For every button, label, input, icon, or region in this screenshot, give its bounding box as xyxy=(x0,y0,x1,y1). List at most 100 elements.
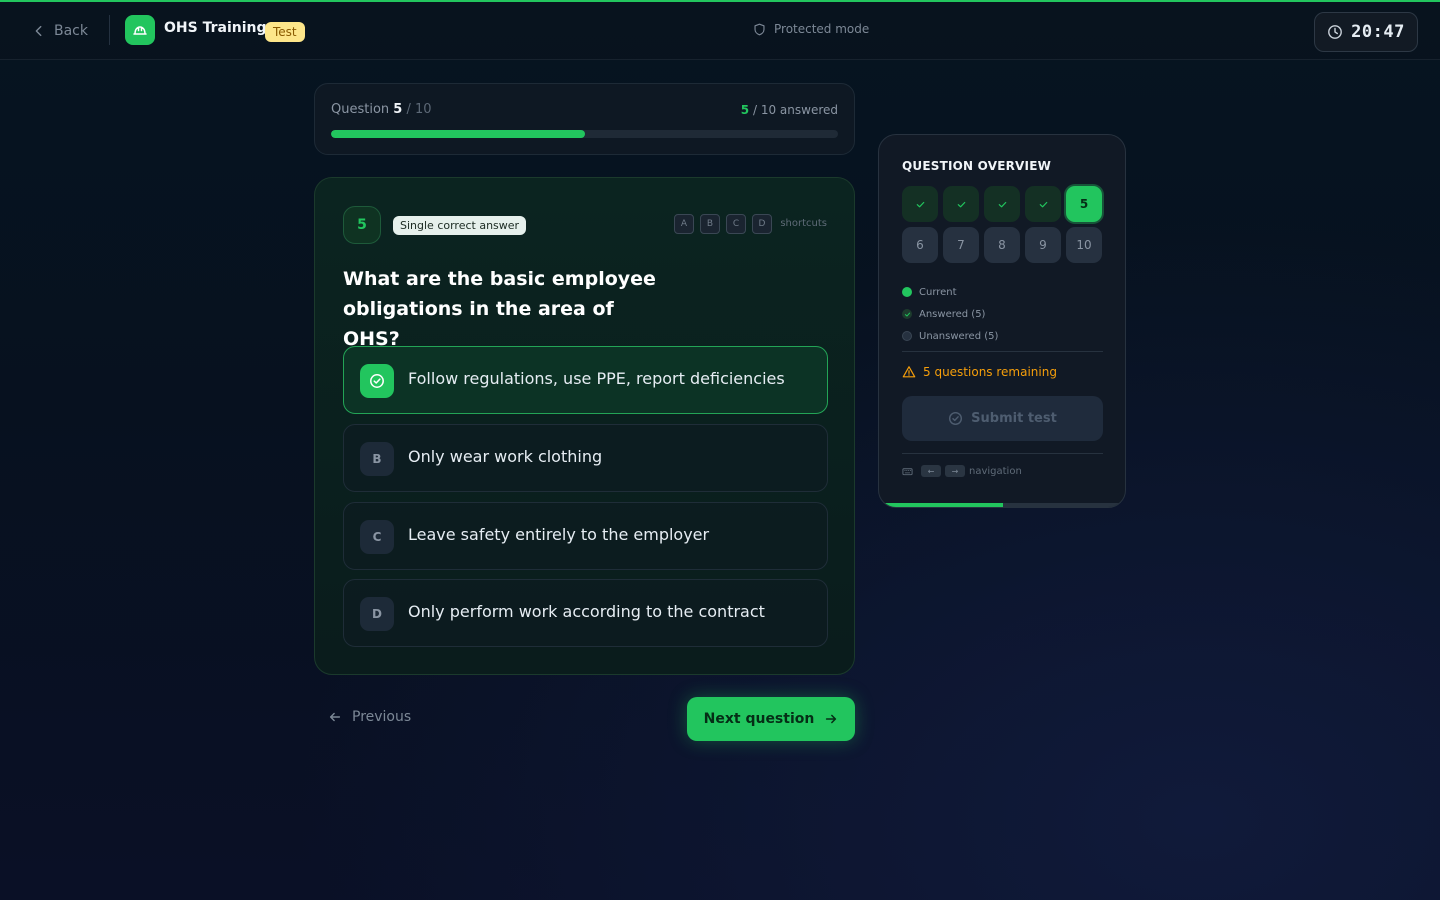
option-a-text: Follow regulations, use PPE, report defi… xyxy=(408,369,785,388)
answered-suffix: / 10 answered xyxy=(749,103,838,117)
option-b-key: B xyxy=(360,442,394,476)
question-cell-8[interactable]: 8 xyxy=(984,227,1020,263)
question-cell-6[interactable]: 6 xyxy=(902,227,938,263)
shield-icon xyxy=(754,23,765,35)
check-circle-icon xyxy=(949,411,963,426)
submit-test-button[interactable]: Submit test xyxy=(902,396,1103,441)
next-question-button[interactable]: Next question xyxy=(687,697,855,741)
unanswered-dot-icon xyxy=(902,331,912,341)
legend-unanswered: Unanswered (5) xyxy=(902,325,998,347)
mode-badge: Test xyxy=(265,22,305,42)
previous-label: Previous xyxy=(352,709,412,725)
option-a-marker xyxy=(360,364,394,398)
arrow-right-icon xyxy=(826,714,837,724)
answered-counter: 5 / 10 answered xyxy=(741,103,838,117)
question-type-badge: Single correct answer xyxy=(393,216,527,235)
option-c-key: C xyxy=(360,520,394,554)
protected-mode-indicator: Protected mode xyxy=(753,22,869,36)
next-label: Next question xyxy=(703,711,815,727)
option-d-key: D xyxy=(360,597,394,631)
overview-divider-2 xyxy=(902,453,1103,454)
question-word: Question xyxy=(331,102,390,117)
check-icon xyxy=(998,201,1006,207)
question-cell-5[interactable]: 5 xyxy=(1066,186,1102,222)
question-counter: Question 5 / 10 xyxy=(331,102,432,117)
progress-bar xyxy=(331,130,838,138)
keyboard-icon xyxy=(902,467,913,475)
progress-card: Question 5 / 10 5 / 10 answered xyxy=(314,83,855,155)
previous-button[interactable]: Previous xyxy=(328,709,411,725)
legend-answered-label: Answered (5) xyxy=(919,308,986,320)
question-grid: 5 6 7 8 9 10 xyxy=(902,186,1102,263)
brand-logo xyxy=(125,15,155,45)
option-b-text: Only wear work clothing xyxy=(408,447,603,466)
shortcut-key-a: A xyxy=(674,214,694,234)
answer-option-a[interactable]: Follow regulations, use PPE, report defi… xyxy=(343,346,828,414)
question-cell-label: 8 xyxy=(998,238,1006,252)
legend-current-label: Current xyxy=(919,286,957,298)
shortcut-key-c: C xyxy=(726,214,746,234)
shortcuts-label: shortcuts xyxy=(780,218,827,229)
check-icon xyxy=(957,201,965,207)
answer-option-b[interactable]: B Only wear work clothing xyxy=(343,424,828,492)
back-label: Back xyxy=(54,23,88,39)
answer-option-c[interactable]: C Leave safety entirely to the employer xyxy=(343,502,828,570)
question-cell-label: 7 xyxy=(957,238,965,252)
answer-option-d[interactable]: D Only perform work according to the con… xyxy=(343,579,828,647)
legend-unanswered-label: Unanswered (5) xyxy=(919,330,999,342)
nav-hint-label: navigation xyxy=(969,465,1022,477)
hard-hat-icon xyxy=(133,26,147,35)
back-button[interactable]: Back xyxy=(32,20,88,42)
protected-mode-label: Protected mode xyxy=(774,22,870,36)
question-cell-7[interactable]: 7 xyxy=(943,227,979,263)
app-title: OHS Training xyxy=(164,20,267,36)
question-card: 5 Single correct answer A B C D shortcut… xyxy=(314,177,855,675)
progress-bar-fill xyxy=(331,130,585,138)
clock-icon xyxy=(1328,25,1343,39)
shortcut-key-b: B xyxy=(700,214,720,234)
answered-check-icon xyxy=(902,309,912,319)
question-cell-2[interactable] xyxy=(943,186,979,222)
header-divider xyxy=(109,15,110,45)
overview-divider xyxy=(902,351,1103,352)
chevron-left-icon xyxy=(35,25,42,37)
legend-answered: Answered (5) xyxy=(902,303,998,325)
overview-progress-bar xyxy=(879,503,1125,507)
arrow-left-key-icon: ← xyxy=(921,465,941,477)
question-cell-4[interactable] xyxy=(1025,186,1061,222)
question-cell-10[interactable]: 10 xyxy=(1066,227,1102,263)
timer-value: 20:47 xyxy=(1351,22,1405,42)
overview-title: QUESTION OVERVIEW xyxy=(902,159,1052,173)
answered-count: 5 xyxy=(740,103,750,117)
submit-label: Submit test xyxy=(971,411,1057,426)
question-cell-label: 9 xyxy=(1039,238,1047,252)
question-text: What are the basic employee obligations … xyxy=(343,268,656,350)
question-cell-label: 10 xyxy=(1076,238,1092,252)
overview-legend: Current Answered (5) Unanswered (5) xyxy=(902,281,998,347)
question-cell-label: 5 xyxy=(1079,197,1089,211)
check-icon xyxy=(1039,201,1047,207)
shortcut-keys: A B C D xyxy=(674,214,772,234)
arrow-left-icon xyxy=(329,712,341,722)
warning-triangle-icon xyxy=(902,366,916,378)
current-question-number: 5 xyxy=(393,102,403,117)
option-d-text: Only perform work according to the contr… xyxy=(408,602,765,621)
app-header: Back OHS Training Test Protected mode 20… xyxy=(0,2,1440,60)
question-overview-panel: QUESTION OVERVIEW 5 6 7 8 9 10 Current Answer… xyxy=(878,134,1126,508)
arrow-right-key-icon: → xyxy=(945,465,965,477)
current-dot-icon xyxy=(902,287,912,297)
shortcut-key-d: D xyxy=(752,214,772,234)
total-questions: / 10 xyxy=(402,102,432,117)
legend-current: Current xyxy=(902,281,998,303)
countdown-timer: 20:47 xyxy=(1314,12,1418,52)
question-cell-1[interactable] xyxy=(902,186,938,222)
question-cell-label: 6 xyxy=(916,238,924,252)
overview-progress-fill xyxy=(879,503,1003,507)
question-cell-9[interactable]: 9 xyxy=(1025,227,1061,263)
check-circle-icon xyxy=(370,374,384,388)
remaining-warning: 5 questions remaining xyxy=(902,365,1057,379)
question-number-badge: 5 xyxy=(343,206,381,244)
question-cell-3[interactable] xyxy=(984,186,1020,222)
remaining-label: 5 questions remaining xyxy=(923,365,1057,379)
keyboard-navigation-hint: ← → navigation xyxy=(902,465,1022,477)
